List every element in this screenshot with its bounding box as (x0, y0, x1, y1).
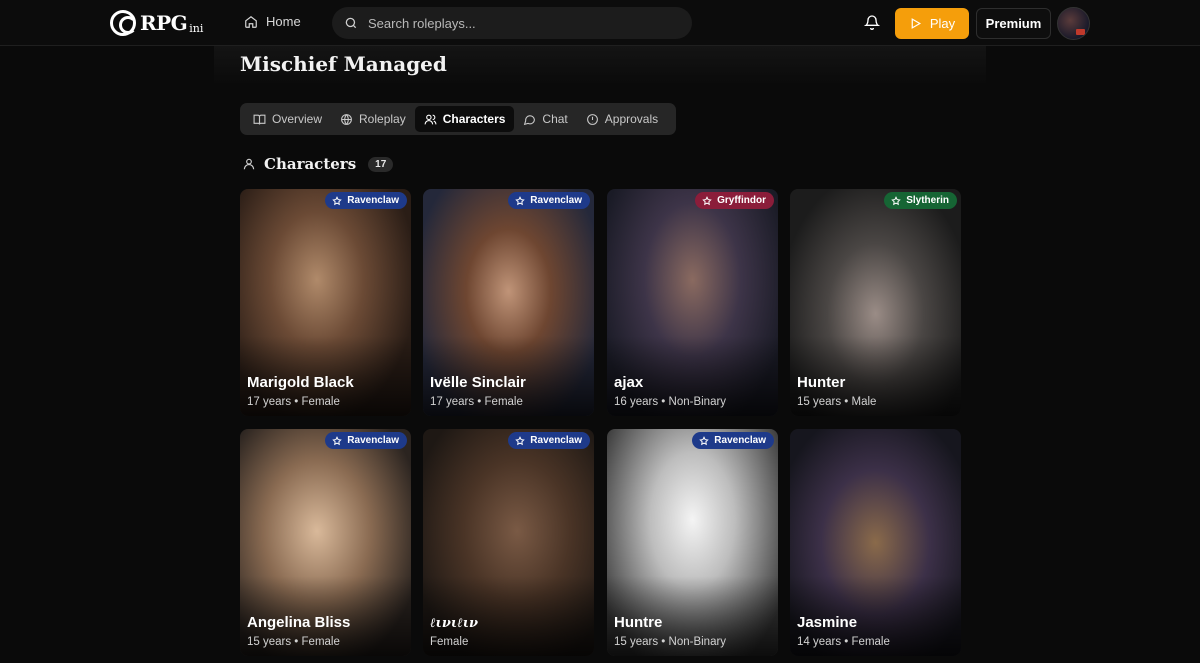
character-card[interactable]: Jasmine 14 years • Female (790, 429, 961, 656)
character-name: Jasmine (797, 614, 858, 631)
character-card[interactable]: Ravenclaw Angelina Bliss 15 years • Female (240, 429, 411, 656)
chat-bubble-icon (524, 114, 536, 125)
search-input[interactable] (368, 15, 668, 31)
globe-icon (341, 113, 352, 125)
home-label: Home (266, 14, 301, 29)
star-icon (332, 435, 343, 445)
premium-button[interactable]: Premium (976, 8, 1051, 39)
star-icon (515, 195, 526, 205)
tab-label: Chat (542, 112, 568, 126)
tab-label: Approvals (604, 112, 659, 126)
search-icon (345, 17, 357, 29)
character-meta: 16 years • Non-Binary (614, 396, 727, 408)
user-icon (243, 158, 255, 170)
logo-sub: ini (189, 21, 204, 35)
play-button[interactable]: Play (895, 8, 969, 39)
logo-text: RPG (140, 11, 188, 35)
tab-overview[interactable]: Overview (244, 106, 331, 132)
character-card[interactable]: Ravenclaw ℓινιℓιν Female (423, 429, 594, 656)
character-card[interactable]: Slytherin Hunter 15 years • Male (790, 189, 961, 416)
character-name: Angelina Bliss (247, 614, 351, 631)
character-meta: Female (430, 636, 469, 648)
character-name: Ivëlle Sinclair (430, 374, 526, 391)
star-icon (515, 435, 526, 445)
tab-approvals[interactable]: Approvals (577, 106, 667, 132)
character-name: Huntre (614, 614, 663, 631)
character-meta: 15 years • Male (797, 396, 877, 408)
house-badge: Slytherin (884, 192, 957, 209)
house-label: Gryffindor (717, 195, 766, 206)
logo-swirl-icon (110, 10, 137, 36)
character-card[interactable]: Gryffindor ajax 16 years • Non-Binary (607, 189, 778, 416)
characters-section-header: Characters 17 (242, 155, 394, 173)
star-icon (699, 435, 710, 445)
tab-label: Characters (442, 112, 506, 126)
character-name: ℓινιℓιν (430, 616, 479, 631)
character-meta: 17 years • Female (247, 396, 340, 408)
bell-icon[interactable] (864, 14, 880, 30)
tab-characters[interactable]: Characters (414, 106, 515, 132)
tab-label: Overview (272, 112, 323, 126)
character-card[interactable]: Ravenclaw Huntre 15 years • Non-Binary (607, 429, 778, 656)
character-count-badge: 17 (368, 156, 394, 172)
house-badge: Ravenclaw (508, 192, 590, 209)
page-title: Mischief Managed (240, 52, 447, 76)
character-name: Marigold Black (247, 374, 354, 391)
house-label: Slytherin (906, 195, 949, 206)
star-icon (891, 195, 901, 205)
tab-label: Roleplay (359, 112, 406, 126)
house-badge: Ravenclaw (508, 432, 590, 449)
character-name: ajax (614, 374, 644, 391)
house-badge: Ravenclaw (325, 432, 407, 449)
play-icon (911, 18, 921, 29)
house-label: Ravenclaw (530, 195, 582, 206)
star-icon (332, 195, 343, 205)
character-card[interactable]: Ravenclaw Marigold Black 17 years • Female (240, 189, 411, 416)
alert-circle-icon (586, 113, 598, 125)
house-badge: Gryffindor (695, 192, 774, 209)
users-icon (424, 114, 437, 124)
house-badge: Ravenclaw (692, 432, 774, 449)
house-label: Ravenclaw (347, 195, 399, 206)
character-meta: 15 years • Non-Binary (614, 636, 727, 648)
character-name: Hunter (797, 374, 846, 391)
house-label: Ravenclaw (714, 435, 766, 446)
section-title: Characters (264, 155, 357, 173)
house-label: Ravenclaw (530, 435, 582, 446)
search-bar[interactable] (332, 7, 692, 39)
tab-chat[interactable]: Chat (514, 106, 576, 132)
roleplay-tabs: Overview Roleplay Characters Chat Approv… (240, 103, 676, 135)
house-label: Ravenclaw (347, 435, 399, 446)
home-link[interactable]: Home (244, 14, 301, 29)
tab-roleplay[interactable]: Roleplay (331, 106, 415, 132)
home-icon (245, 15, 257, 28)
play-label: Play (929, 16, 956, 31)
top-navbar: RPG ini Home Play Premium (0, 0, 1200, 46)
character-card[interactable]: Ravenclaw Ivëlle Sinclair 17 years • Femal… (423, 189, 594, 416)
character-meta: 15 years • Female (247, 636, 340, 648)
rpgini-logo[interactable]: RPG ini (110, 9, 203, 37)
character-meta: 14 years • Female (797, 636, 890, 648)
house-badge: Ravenclaw (325, 192, 407, 209)
user-avatar[interactable] (1057, 7, 1090, 40)
premium-label: Premium (985, 16, 1042, 31)
star-icon (702, 195, 712, 205)
book-open-icon (253, 114, 266, 124)
character-meta: 17 years • Female (430, 396, 523, 408)
